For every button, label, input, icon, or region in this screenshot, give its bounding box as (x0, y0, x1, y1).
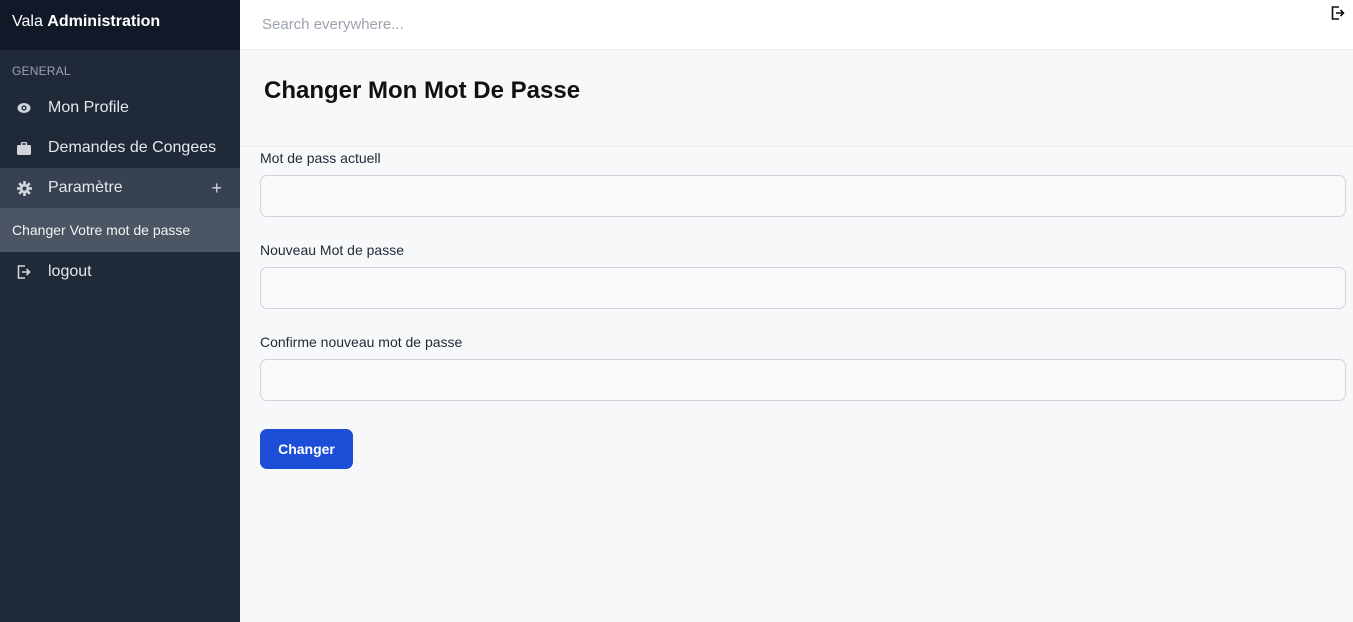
submenu-item-label: Changer Votre mot de passe (12, 222, 191, 238)
sidebar-item-logout[interactable]: logout (0, 252, 240, 292)
change-password-form: Mot de pass actuell Nouveau Mot de passe… (260, 147, 1346, 469)
page-header: Changer Mon Mot De Passe (240, 50, 1353, 147)
new-password-label: Nouveau Mot de passe (260, 242, 404, 258)
expand-plus-icon[interactable]: + (211, 178, 222, 199)
sidebar-item-label: Mon Profile (48, 99, 129, 116)
logout-icon[interactable] (1331, 6, 1347, 22)
sidebar-section-label: GENERAL (12, 64, 71, 78)
changer-button[interactable]: Changer (260, 429, 353, 469)
sidebar: Vala Administration GENERAL Mon Profile … (0, 0, 240, 622)
sidebar-item-mon-profile[interactable]: Mon Profile (0, 88, 240, 128)
confirm-password-field[interactable] (260, 359, 1346, 401)
briefcase-icon (16, 140, 32, 156)
app-brand[interactable]: Vala Administration (0, 0, 240, 50)
eye-icon (16, 100, 32, 116)
current-password-label: Mot de pass actuell (260, 150, 381, 166)
current-password-field[interactable] (260, 175, 1346, 217)
new-password-field[interactable] (260, 267, 1346, 309)
sidebar-item-parametre[interactable]: Paramètre + (0, 168, 240, 208)
sidebar-item-label: logout (48, 263, 92, 280)
brand-name: Administration (47, 13, 161, 30)
sidebar-item-label: Demandes de Congees (48, 139, 217, 156)
confirm-password-label: Confirme nouveau mot de passe (260, 334, 463, 350)
brand-prefix: Vala (12, 13, 43, 30)
sidebar-item-demandes-de-congees[interactable]: Demandes de Congees (0, 128, 240, 168)
top-bar (240, 0, 1353, 50)
submenu-item-changer-mot-de-passe[interactable]: Changer Votre mot de passe (0, 208, 240, 252)
gear-icon (16, 180, 32, 196)
search-input[interactable] (262, 12, 862, 36)
logout-icon (16, 264, 32, 280)
page-title: Changer Mon Mot De Passe (264, 77, 581, 104)
sidebar-item-label: Paramètre (48, 179, 123, 196)
